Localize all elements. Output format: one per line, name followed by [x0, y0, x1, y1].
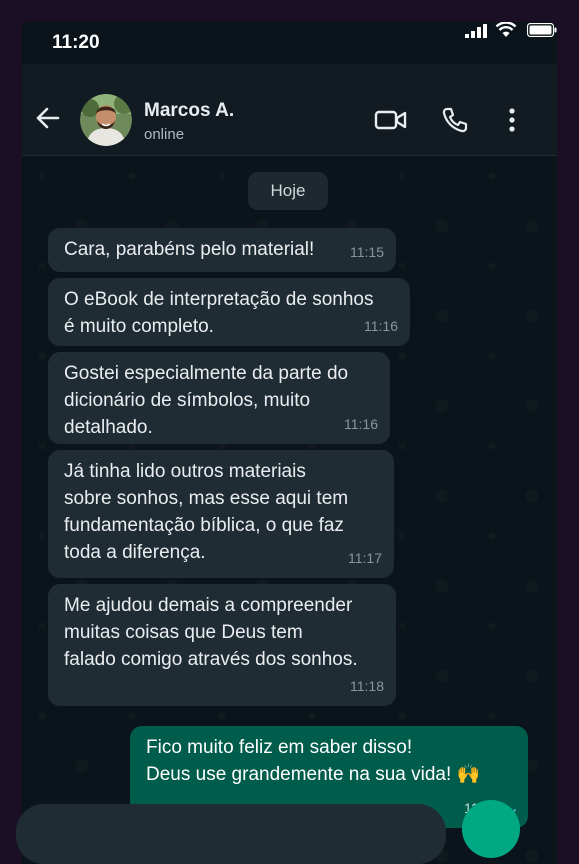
- signal-icon: [465, 24, 487, 38]
- message-time: 11:16: [344, 416, 378, 432]
- message-line: toda a diferença.: [64, 542, 206, 563]
- message-line: detalhado.: [64, 417, 153, 438]
- phone-icon[interactable]: [440, 106, 470, 134]
- message-time: 11:18: [350, 678, 384, 694]
- avatar[interactable]: [80, 94, 132, 146]
- message-time: 11:15: [350, 244, 384, 260]
- phone-screen: 11:20 Marcos A. online Hoje Cara, parabé…: [22, 22, 557, 864]
- video-camera-icon[interactable]: [374, 108, 408, 132]
- contact-name[interactable]: Marcos A.: [144, 100, 234, 122]
- more-vertical-icon[interactable]: [504, 106, 520, 134]
- message-bubble-incoming[interactable]: Já tinha lido outros materiais sobre son…: [48, 450, 394, 578]
- message-bubble-incoming[interactable]: Gostei especialmente da parte do dicioná…: [48, 352, 390, 444]
- message-line: Já tinha lido outros materiais: [64, 461, 306, 482]
- message-line: Cara, parabéns pelo material!: [64, 239, 315, 260]
- message-bubble-incoming[interactable]: Cara, parabéns pelo material! 11:15: [48, 228, 396, 272]
- message-line: Deus use grandemente na sua vida! 🙌: [146, 764, 481, 785]
- message-line: O eBook de interpretação de sonhos: [64, 289, 374, 310]
- send-button[interactable]: [462, 800, 520, 858]
- message-time: 11:16: [364, 318, 398, 334]
- status-time: 11:20: [52, 32, 100, 53]
- chat-area[interactable]: Hoje Cara, parabéns pelo material! 11:15…: [22, 156, 557, 864]
- message-bubble-incoming[interactable]: O eBook de interpretação de sonhos é mui…: [48, 278, 410, 346]
- wifi-icon: [495, 22, 517, 37]
- message-line: muitas coisas que Deus tem: [64, 622, 303, 643]
- contact-status: online: [144, 126, 185, 143]
- message-time: 11:17: [348, 550, 382, 566]
- message-line: é muito completo.: [64, 316, 214, 337]
- date-chip: Hoje: [248, 172, 328, 210]
- chat-header: Marcos A. online: [22, 64, 557, 156]
- message-input[interactable]: [16, 804, 446, 864]
- message-line: Fico muito feliz em saber disso!: [146, 737, 413, 758]
- message-bubble-incoming[interactable]: Me ajudou demais a compreender muitas co…: [48, 584, 396, 706]
- message-line: Me ajudou demais a compreender: [64, 595, 353, 616]
- back-arrow-icon[interactable]: [34, 104, 62, 132]
- message-line: dicionário de símbolos, muito: [64, 390, 311, 411]
- message-line: fundamentação bíblica, o que faz: [64, 515, 344, 536]
- battery-icon: [527, 23, 557, 37]
- status-bar: 11:20: [22, 22, 557, 64]
- message-line: sobre sonhos, mas esse aqui tem: [64, 488, 349, 509]
- message-line: Gostei especialmente da parte do: [64, 363, 349, 384]
- message-line: falado comigo através dos sonhos.: [64, 649, 358, 670]
